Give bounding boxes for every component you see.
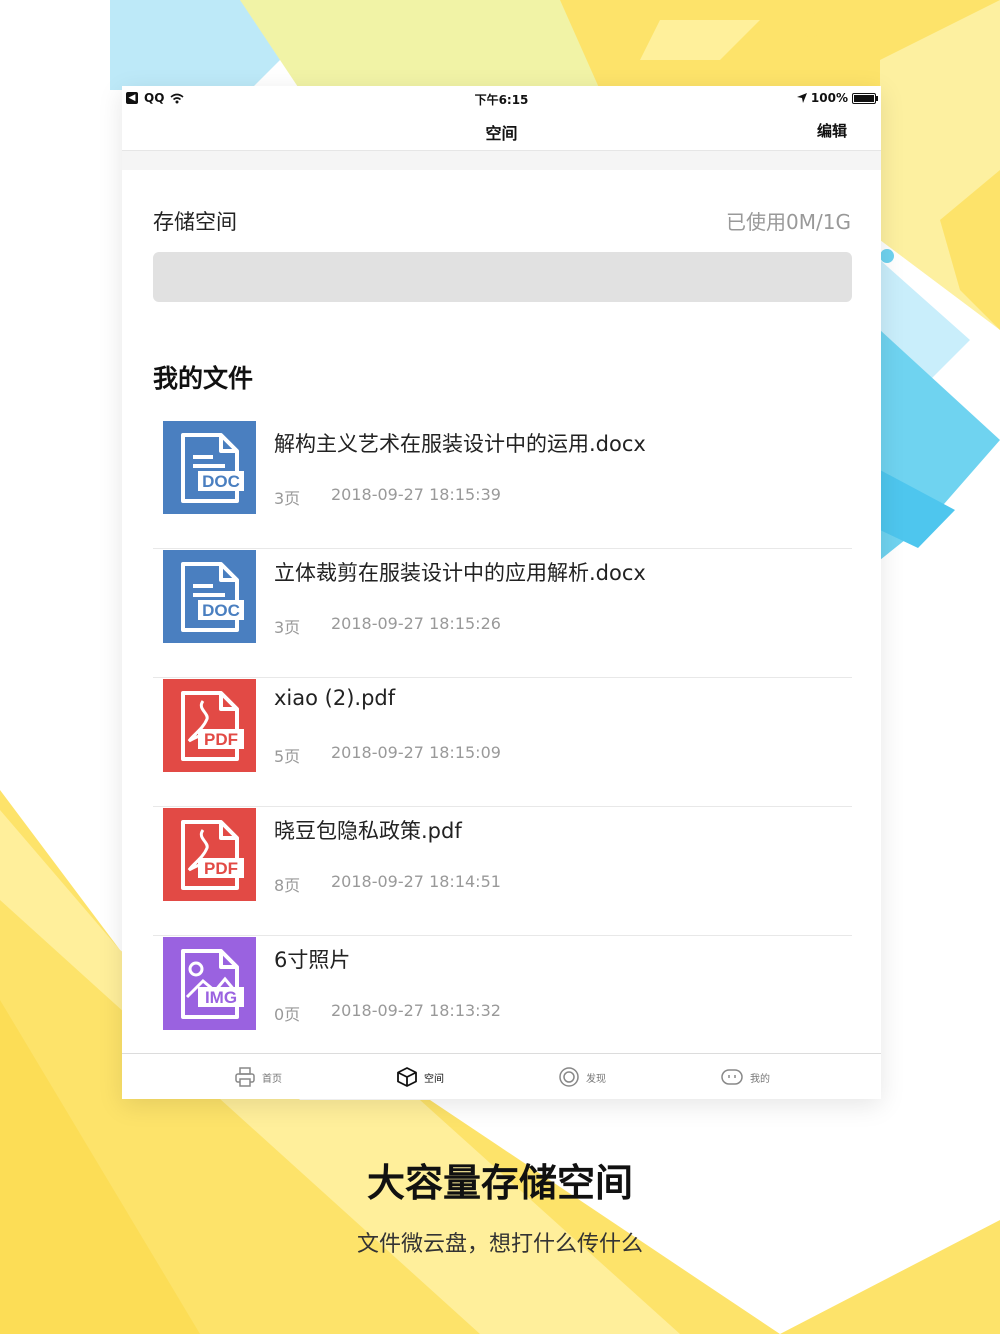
file-type-label: DOC [202,601,240,620]
file-time: 2018-09-27 18:15:09 [331,743,501,762]
tab-label: 空间 [424,1073,444,1085]
file-pages: 8页 [274,876,301,895]
file-row[interactable]: IMG 6寸照片 0页 2018-09-27 18:13:32 [153,936,852,1065]
file-pages: 0页 [274,1005,301,1024]
file-name: 立体裁剪在服装设计中的应用解析.docx [274,561,646,585]
file-time: 2018-09-27 18:14:51 [331,872,501,891]
file-type-label: DOC [202,472,240,491]
tab-space[interactable]: 空间 [396,1054,444,1099]
page-title: 空间 [485,124,518,143]
tab-label: 首页 [262,1073,282,1085]
edit-button[interactable]: 编辑 [817,120,847,141]
battery-percent: 100% [810,91,848,105]
pdf-file-icon: PDF [163,679,256,772]
file-type-label: PDF [204,859,238,878]
file-row[interactable]: DOC 解构主义艺术在服装设计中的运用.docx 3页 2018-09-27 1… [153,420,852,549]
promo-caption: 大容量存储空间 [366,1161,633,1205]
file-name: xiao (2).pdf [274,686,396,710]
file-row[interactable]: PDF 晓豆包隐私政策.pdf 8页 2018-09-27 18:14:51 [153,807,852,936]
file-time: 2018-09-27 18:13:32 [331,1001,501,1020]
file-name: 晓豆包隐私政策.pdf [274,819,462,843]
file-pages: 3页 [274,618,301,637]
storage-label: 存储空间 [153,210,237,234]
device-screen: ◀ QQ 下午6:15 100% 空间 编辑 存储空间 已使用0M/1G 我的文… [122,86,881,1099]
section-divider [122,151,881,170]
tab-home[interactable]: 首页 [234,1054,282,1099]
promo-subcaption: 文件微云盘，想打什么传什么 [356,1232,643,1257]
file-row[interactable]: DOC 立体裁剪在服装设计中的应用解析.docx 3页 2018-09-27 1… [153,549,852,678]
status-bar: ◀ QQ 下午6:15 100% [122,86,881,110]
location-arrow-icon [796,93,807,103]
doc-file-icon: DOC [163,550,256,643]
my-files-title: 我的文件 [153,364,254,393]
file-type-label: PDF [204,730,238,749]
file-name: 解构主义艺术在服装设计中的运用.docx [274,432,646,456]
status-right: 100% [796,91,878,105]
tab-label: 我的 [750,1073,770,1085]
tab-mine[interactable]: 我的 [720,1054,770,1099]
file-pages: 5页 [274,747,301,766]
file-type-label: IMG [205,988,237,1007]
status-time: 下午6:15 [474,93,529,107]
file-row[interactable]: PDF xiao (2).pdf 5页 2018-09-27 18:15:09 [153,678,852,807]
tab-label: 发现 [586,1073,606,1085]
file-list: DOC 解构主义艺术在服装设计中的运用.docx 3页 2018-09-27 1… [153,420,852,1065]
box-icon [397,1067,417,1087]
discover-ring-icon [559,1067,579,1087]
doc-file-icon: DOC [163,421,256,514]
tab-discover[interactable]: 发现 [558,1054,606,1099]
file-pages: 3页 [274,489,301,508]
printer-icon [235,1067,255,1087]
storage-progress-bar [153,252,852,302]
storage-used-text: 已使用0M/1G [726,210,851,234]
tab-bar: 首页 空间 发现 我的 [122,1053,881,1099]
img-file-icon: IMG [163,937,256,1030]
battery-icon [852,92,878,104]
file-name: 6寸照片 [274,948,351,972]
file-time: 2018-09-27 18:15:39 [331,485,501,504]
file-time: 2018-09-27 18:15:26 [331,614,501,633]
pdf-file-icon: PDF [163,808,256,901]
face-icon [721,1069,743,1085]
navigation-bar: 空间 编辑 [122,110,881,151]
